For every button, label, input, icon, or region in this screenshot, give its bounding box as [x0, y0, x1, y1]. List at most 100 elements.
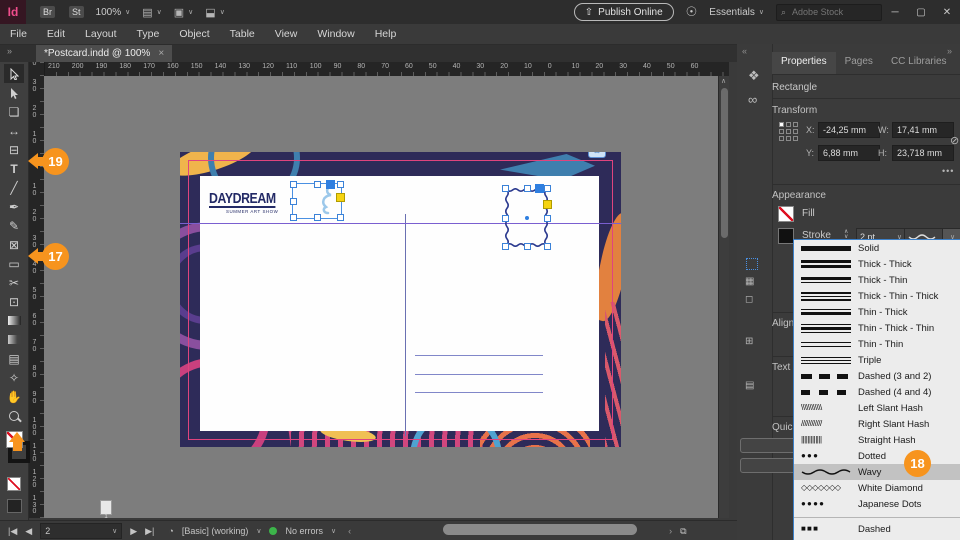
stamp-frame[interactable] [505, 188, 548, 247]
reference-point-grid[interactable] [779, 122, 798, 141]
scissors-tool[interactable]: ✂ [4, 273, 24, 292]
selection-handle[interactable] [290, 214, 297, 221]
publish-online-button[interactable]: ⇧ Publish Online [574, 3, 674, 21]
selection-handle[interactable] [544, 243, 551, 250]
zoom-tool[interactable] [4, 406, 24, 425]
selection-handle[interactable] [544, 185, 551, 192]
preflight-status[interactable]: No errors [285, 526, 323, 536]
menu-window[interactable]: Window [307, 28, 364, 40]
stroke-style-item-triple[interactable]: Triple [794, 352, 960, 368]
menu-layout[interactable]: Layout [75, 28, 127, 40]
h-field[interactable]: 23,718 mm [892, 145, 954, 161]
stroke-style-item-solid[interactable]: Solid [794, 240, 960, 256]
page-number-select[interactable]: 2 ∨ [40, 523, 122, 539]
scroll-left-icon[interactable]: ‹ [348, 526, 351, 536]
arrange-documents-menu[interactable]: ⬓ ∨ [205, 6, 225, 19]
selection-handle[interactable] [502, 215, 509, 222]
selection-handle[interactable] [337, 214, 344, 221]
align-icon[interactable]: ⊞ [745, 336, 753, 347]
horizontal-scrollbar-thumb[interactable] [443, 524, 637, 535]
frame-fitting-icon[interactable] [746, 258, 758, 270]
stroke-color-swatch[interactable] [778, 228, 794, 244]
stroke-style-item-thin-thin[interactable]: Thin - Thin [794, 336, 960, 352]
constrain-proportions-icon[interactable]: ⊘ [950, 134, 959, 147]
more-options-icon[interactable]: ••• [942, 166, 954, 176]
free-transform-tool[interactable]: ⊡ [4, 292, 24, 311]
scroll-up-icon[interactable]: ∧ [721, 77, 726, 85]
stroke-style-item-dashed[interactable]: ■ ■ ■Dashed [794, 521, 960, 537]
stroke-style-item-wavy[interactable]: Wavy [794, 464, 960, 480]
selection-handle-active[interactable] [326, 180, 335, 189]
selection-handle[interactable] [502, 185, 509, 192]
menu-table[interactable]: Table [220, 28, 265, 40]
y-field[interactable]: 6,88 mm [818, 145, 880, 161]
tab-close-icon[interactable]: × [158, 48, 164, 59]
maximize-button[interactable]: ▢ [908, 7, 934, 18]
menu-help[interactable]: Help [365, 28, 407, 40]
menu-type[interactable]: Type [127, 28, 170, 40]
prev-page-button[interactable]: ◀ [25, 526, 32, 537]
stroke-style-item-straight-hash[interactable]: |||||||||||||Straight Hash [794, 432, 960, 448]
corner-edit-handle[interactable] [543, 200, 552, 209]
selection-tool[interactable] [4, 64, 24, 83]
direct-selection-tool[interactable] [4, 83, 24, 102]
x-field[interactable]: -24,25 mm [818, 122, 880, 138]
screen-mode-button[interactable] [7, 499, 22, 513]
scroll-right-icon[interactable]: › [669, 526, 672, 536]
stroke-style-item-dashed-4-and-4-[interactable]: Dashed (4 and 4) [794, 384, 960, 400]
zoom-level-select[interactable]: 100%∨ [96, 7, 131, 18]
frame-tool[interactable]: ⊠ [4, 235, 24, 254]
stroke-style-item-right-slant-hash[interactable]: ////////////Right Slant Hash [794, 416, 960, 432]
next-page-button[interactable]: ▶ [130, 526, 137, 537]
selection-handle[interactable] [290, 198, 297, 205]
gradient-swatch-tool[interactable] [4, 311, 24, 330]
hand-tool[interactable]: ✋ [4, 387, 24, 406]
type-tool[interactable]: T [4, 159, 24, 178]
pages-panel-icon[interactable]: ❖ [748, 68, 760, 84]
rectangle-tool[interactable]: ▭ [4, 254, 24, 273]
selection-handle[interactable] [290, 181, 297, 188]
menu-object[interactable]: Object [169, 28, 219, 40]
line-tool[interactable]: ╱ [4, 178, 24, 197]
selection-handle[interactable] [502, 243, 509, 250]
stroke-style-item-dotted[interactable]: ● ● ●Dotted [794, 448, 960, 464]
first-page-button[interactable]: |◀ [8, 526, 17, 537]
pencil-tool[interactable]: ✎ [4, 216, 24, 235]
search-input[interactable] [790, 6, 877, 18]
logo-selection-frame[interactable] [292, 183, 342, 219]
content-collector-tool[interactable]: ⊟ [4, 140, 24, 159]
vertical-scrollbar[interactable]: ∧ [718, 76, 729, 518]
tab-cc-libraries[interactable]: CC Libraries [882, 52, 956, 74]
selection-handle[interactable] [314, 181, 321, 188]
view-options-menu[interactable]: ▤ ∨ [142, 6, 162, 19]
text-wrap-icon[interactable]: ▤ [745, 380, 754, 391]
preflight-icon[interactable]: ◔ [168, 526, 173, 536]
pen-tool[interactable]: ✒ [4, 197, 24, 216]
default-fill-stroke-icon[interactable] [7, 477, 21, 491]
color-theme-tool[interactable]: ✧ [4, 368, 24, 387]
selection-handle-active[interactable] [535, 184, 544, 193]
vertical-scrollbar-thumb[interactable] [721, 88, 728, 238]
selection-handle[interactable] [524, 243, 531, 250]
canvas[interactable]: DAYDREAM SUMMER ART SHOW [44, 76, 729, 518]
gradient-feather-tool[interactable] [4, 330, 24, 349]
selection-handle[interactable] [314, 214, 321, 221]
postcard-spread[interactable]: DAYDREAM SUMMER ART SHOW [180, 152, 621, 447]
workspace-switcher[interactable]: Essentials∨ [709, 7, 764, 18]
tab-pages[interactable]: Pages [836, 52, 882, 74]
menu-edit[interactable]: Edit [37, 28, 75, 40]
learn-bulb-icon[interactable]: ☉ [686, 4, 698, 20]
menu-file[interactable]: File [0, 28, 37, 40]
stock-button[interactable]: St [69, 6, 84, 18]
stroke-style-item-dashed-3-and-2-[interactable]: Dashed (3 and 2) [794, 368, 960, 384]
screen-mode-menu[interactable]: ▣ ∨ [174, 6, 194, 19]
stroke-style-item-left-slant-hash[interactable]: \\\\\\\\\\\\Left Slant Hash [794, 400, 960, 416]
selection-handle[interactable] [337, 181, 344, 188]
w-field[interactable]: 17,41 mm [892, 122, 954, 138]
corner-edit-handle[interactable] [336, 193, 345, 202]
stroke-style-item-thick-thick[interactable]: Thick - Thick [794, 256, 960, 272]
minimize-button[interactable]: ─ [882, 7, 908, 18]
page-tool[interactable]: ❏ [4, 102, 24, 121]
note-tool[interactable]: ▤ [4, 349, 24, 368]
stroke-style-item-thick-thin[interactable]: Thick - Thin [794, 272, 960, 288]
